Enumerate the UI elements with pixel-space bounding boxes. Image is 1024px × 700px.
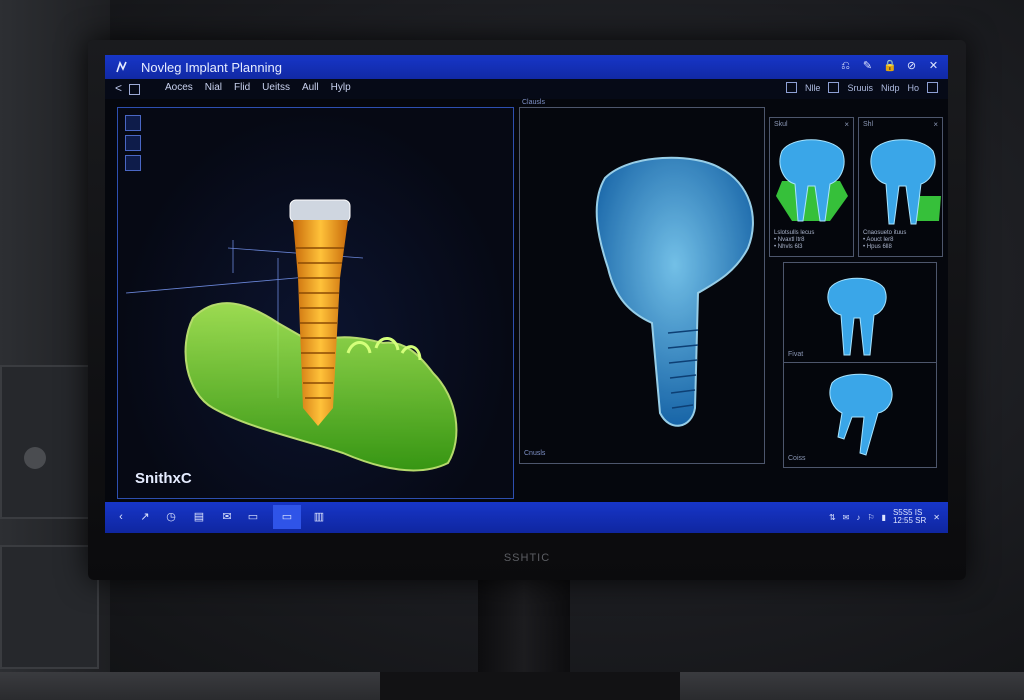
- layout-icon[interactable]: [785, 82, 797, 93]
- edit-icon[interactable]: ✎: [861, 58, 874, 74]
- battery-icon[interactable]: ▮: [882, 513, 886, 522]
- monitor-brand: SSHTIC: [503, 552, 551, 564]
- window-controls: ⎌ ✎ 🔒 ⊘ ✕: [839, 58, 940, 74]
- file-icon[interactable]: [129, 84, 140, 95]
- app-window-icon[interactable]: ▥: [311, 509, 327, 525]
- back-arrow-icon[interactable]: ‹: [113, 509, 129, 525]
- menu-item[interactable]: Flid: [234, 82, 250, 93]
- tooth-xray-render: [595, 156, 754, 427]
- app-icon: [116, 60, 127, 73]
- thumb-panel[interactable]: Shl × Cnaosueto ituus • Aouct ler8 • Hpu…: [858, 117, 943, 257]
- guide-line: [125, 275, 319, 294]
- forward-arrow-icon[interactable]: ↗: [137, 509, 153, 525]
- tooth-thumb: [829, 373, 893, 456]
- clock-icon[interactable]: ◷: [163, 509, 179, 525]
- notification-icon[interactable]: ⚐: [867, 513, 874, 522]
- monitor-stand: [478, 575, 570, 685]
- viewport-label: Clausls: [522, 99, 545, 106]
- window-title: Novleg Implant Planning: [141, 60, 282, 75]
- tooth-model: [829, 373, 893, 456]
- toolbox: [125, 115, 141, 171]
- mail-icon[interactable]: ✉: [219, 509, 235, 525]
- screen: Novleg Implant Planning ⎌ ✎ 🔒 ⊘ ✕ < Aoce…: [105, 55, 948, 533]
- thumb-panel[interactable]: Skul × Lslotsulls lecus • Nvaxtl ltr8 • …: [769, 117, 854, 257]
- drawer-knob: [24, 447, 46, 469]
- menu-right-item[interactable]: Sruuis: [847, 83, 873, 93]
- volume-icon[interactable]: ♪: [856, 513, 860, 522]
- tooth-model: [827, 277, 887, 356]
- menu-right-item[interactable]: Nlle: [805, 83, 821, 93]
- gum-model: [776, 181, 848, 221]
- menu-item[interactable]: Aull: [302, 82, 319, 93]
- panel-label: Coiss: [788, 455, 806, 462]
- show-desktop-icon[interactable]: ✕: [933, 513, 940, 522]
- back-button[interactable]: <: [115, 81, 122, 95]
- thumb-panel[interactable]: Coiss: [783, 362, 937, 468]
- menu-right-item[interactable]: Ho: [907, 83, 919, 93]
- menu-right: Nlle Sruuis Nidp Ho: [785, 82, 938, 93]
- grid-icon[interactable]: [927, 82, 938, 93]
- undo-icon[interactable]: ⎌: [839, 58, 852, 74]
- chat-icon[interactable]: ✉: [843, 513, 850, 522]
- tooth-thumb: [776, 139, 848, 222]
- panel-caption: Lslotsulls lecus • Nvaxtl ltr8 • Nhvls 6…: [774, 230, 815, 250]
- files-icon[interactable]: ▤: [191, 509, 207, 525]
- lock-icon[interactable]: 🔒: [883, 58, 897, 74]
- view-icon[interactable]: [828, 82, 840, 93]
- menu-item[interactable]: Ueitss: [262, 82, 290, 93]
- tooth-thumb: [870, 139, 941, 225]
- menu: Aoces Nial Flid Ueitss Aull Hylp: [165, 82, 351, 93]
- layers-tool-icon[interactable]: [125, 135, 141, 151]
- folder-tool-icon[interactable]: [125, 115, 141, 131]
- implant-3d-render: [125, 199, 458, 472]
- cabinet-drawer: [0, 545, 99, 669]
- refresh-tool-icon[interactable]: [125, 155, 141, 171]
- taskbar: ‹ ↗ ◷ ▤ ✉ ▭ ▭ ▥ ⇅ ✉ ♪ ⚐ ▮ S5S5 IS 12:55 …: [105, 502, 948, 533]
- title-bar[interactable]: Novleg Implant Planning ⎌ ✎ 🔒 ⊘ ✕: [105, 55, 948, 79]
- xray-main-viewport[interactable]: Clausls Cnusls: [519, 99, 765, 464]
- menu-bar: < Aoces Nial Flid Ueitss Aull Hylp Nlle …: [105, 79, 948, 99]
- panel-label: Fivat: [788, 351, 804, 358]
- close-icon[interactable]: ✕: [927, 58, 940, 74]
- menu-right-item[interactable]: Nidp: [881, 83, 900, 93]
- menu-item[interactable]: Nial: [205, 82, 222, 93]
- network-icon[interactable]: ⇅: [829, 513, 836, 522]
- tooth-thumb: [827, 277, 887, 356]
- menu-item[interactable]: Hylp: [331, 82, 351, 93]
- clock[interactable]: S5S5 IS 12:55 SR: [893, 509, 926, 525]
- menu-item[interactable]: Aoces: [165, 82, 193, 93]
- watermark-logo: SnithxC: [135, 470, 192, 487]
- monitor-icon[interactable]: ▭: [245, 509, 261, 525]
- thumb-panel[interactable]: Fivat: [783, 262, 937, 364]
- clock-date: 12:55 SR: [892, 516, 927, 525]
- system-tray: ⇅ ✉ ♪ ⚐ ▮ S5S5 IS 12:55 SR ✕: [829, 509, 940, 525]
- tooth-model: [595, 156, 754, 427]
- monitor-stand-base: [380, 672, 680, 700]
- cabinet-drawer: [0, 365, 99, 519]
- panel-caption: Cnaosueto ituus • Aouct ler8 • Hpus 6ll8: [863, 230, 907, 250]
- implant-3d-viewport[interactable]: [117, 107, 514, 499]
- settings-icon[interactable]: ⊘: [905, 58, 918, 74]
- viewport-bottom-label: Cnusls: [524, 450, 546, 457]
- app-active-icon[interactable]: ▭: [279, 509, 295, 525]
- implant-abutment: [289, 199, 351, 223]
